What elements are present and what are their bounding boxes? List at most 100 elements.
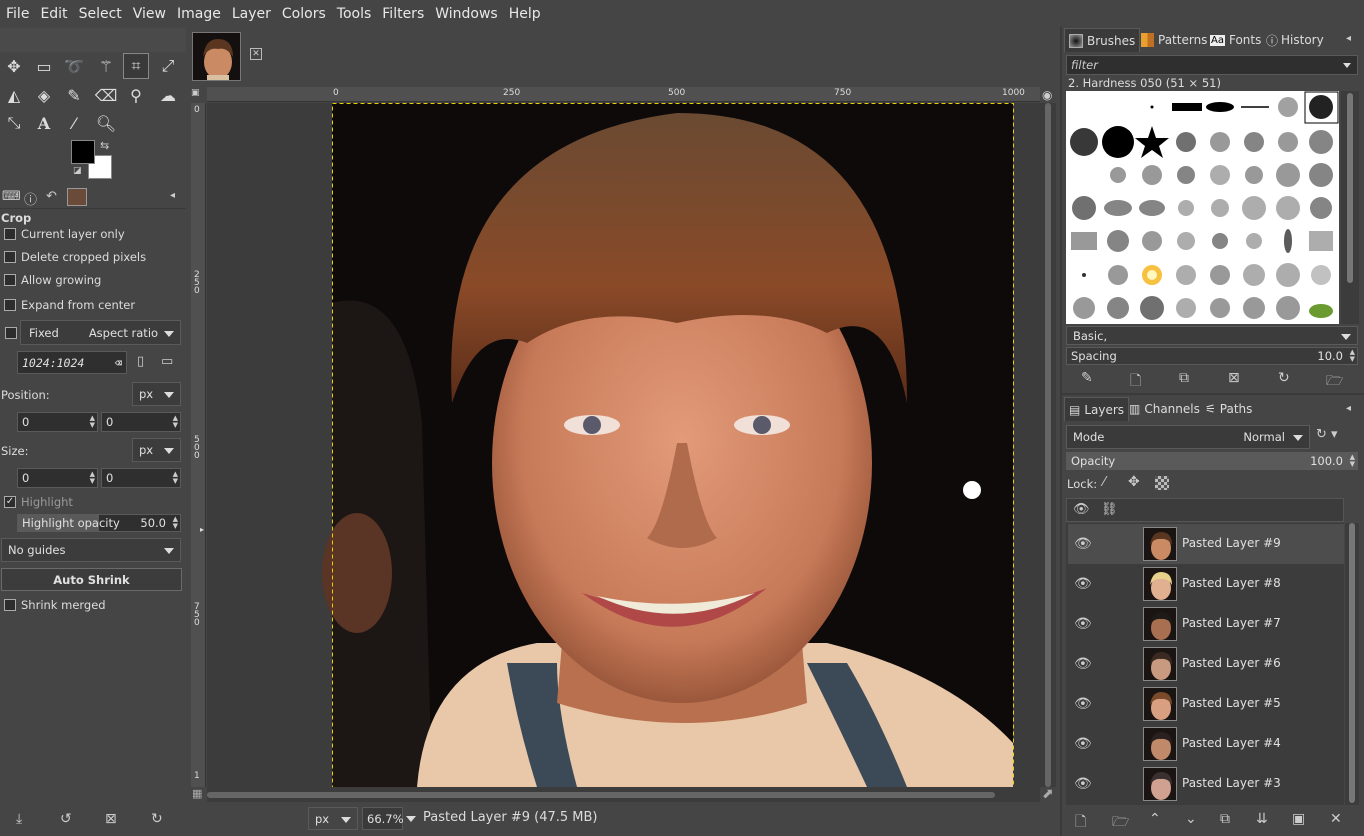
- lock-position-icon[interactable]: ✥: [1128, 474, 1140, 490]
- default-colors-icon[interactable]: ◪: [73, 166, 82, 176]
- menu-filters[interactable]: Filters: [378, 6, 428, 22]
- guides-dropdown[interactable]: No guides: [1, 538, 181, 562]
- spin-arrows-icon[interactable]: ▲ ▼: [90, 471, 95, 485]
- crop-tool-icon[interactable]: ⌗: [123, 53, 149, 79]
- paths-tool-icon[interactable]: ⤡: [1, 110, 27, 136]
- layers-scrollbar-thumb[interactable]: [1349, 523, 1355, 803]
- menu-layer[interactable]: Layer: [228, 6, 275, 22]
- warp-tool-icon[interactable]: ◭: [1, 82, 27, 108]
- clone-tool-icon[interactable]: ⚲: [123, 82, 149, 108]
- menu-windows[interactable]: Windows: [431, 6, 502, 22]
- reset-options-icon[interactable]: ↻: [151, 811, 163, 827]
- eye-icon[interactable]: 👁︎: [1074, 736, 1092, 752]
- delete-options-icon[interactable]: ⊠: [105, 811, 117, 827]
- zoom-navigator-icon[interactable]: ◉: [1042, 88, 1052, 102]
- tab-paths[interactable]: ⚟ Paths: [1201, 397, 1256, 421]
- new-layer-icon[interactable]: 🗋︎: [1075, 811, 1086, 835]
- eraser-icon[interactable]: ⌫: [93, 82, 119, 108]
- bucket-fill-icon[interactable]: ◈: [31, 82, 57, 108]
- clear-icon[interactable]: ⌫: [115, 356, 122, 370]
- current-layer-only-checkbox[interactable]: [4, 228, 16, 240]
- refresh-brushes-icon[interactable]: ↻: [1278, 370, 1290, 386]
- layer-opacity-slider[interactable]: Opacity 100.0 ▲ ▼: [1066, 452, 1358, 470]
- spin-arrows-icon[interactable]: ▲ ▼: [1350, 454, 1355, 468]
- duplicate-layer-icon[interactable]: ⧉: [1220, 811, 1230, 827]
- merge-layer-icon[interactable]: ⇊: [1256, 811, 1268, 827]
- open-brush-folder-icon[interactable]: 🗁︎: [1326, 370, 1343, 394]
- tab-layers[interactable]: ▤ Layers: [1064, 397, 1130, 421]
- spin-arrows-icon[interactable]: ▲ ▼: [1350, 349, 1355, 363]
- fuzzy-select-tool-icon[interactable]: ⚚: [93, 53, 119, 79]
- transform-tool-icon[interactable]: ⤢: [155, 53, 181, 79]
- quick-mask-icon[interactable]: ▦: [192, 787, 202, 800]
- ruler-corner-icon[interactable]: ▣: [191, 88, 205, 102]
- duplicate-brush-icon[interactable]: ⧉: [1179, 370, 1189, 386]
- menu-tools[interactable]: Tools: [333, 6, 376, 22]
- horizontal-scrollbar-thumb[interactable]: [207, 792, 995, 798]
- new-layer-group-icon[interactable]: 🗁︎: [1112, 811, 1129, 835]
- rect-select-tool-icon[interactable]: ▭: [31, 53, 57, 79]
- vertical-scrollbar-thumb[interactable]: [1045, 103, 1051, 787]
- auto-shrink-button[interactable]: Auto Shrink: [1, 568, 182, 591]
- position-x-input[interactable]: 0 ▲ ▼: [17, 412, 98, 432]
- layer-row[interactable]: 👁︎ Pasted Layer #5: [1068, 684, 1344, 724]
- text-tool-icon[interactable]: A: [31, 110, 57, 136]
- expand-from-center-checkbox[interactable]: [4, 299, 16, 311]
- size-h-input[interactable]: 0 ▲ ▼: [101, 468, 181, 488]
- spacing-slider[interactable]: Spacing 10.0 ▲ ▼: [1066, 347, 1358, 365]
- fixed-mode-dropdown[interactable]: Fixed Aspect ratio: [20, 320, 181, 345]
- close-image-icon[interactable]: ✕: [250, 48, 262, 60]
- aspect-ratio-input[interactable]: 1024:1024 ⌫: [17, 351, 127, 374]
- portrait-icon[interactable]: ▯: [137, 354, 144, 369]
- layer-mode-reset-icon[interactable]: ↻ ▾: [1316, 427, 1358, 447]
- tool-options-tab-icon[interactable]: ⌨: [2, 189, 21, 204]
- spin-arrows-icon[interactable]: ▲ ▼: [173, 415, 178, 429]
- eye-icon[interactable]: 👁︎: [1074, 536, 1092, 552]
- raise-layer-icon[interactable]: ⌃: [1149, 811, 1161, 827]
- tab-fonts[interactable]: Aa Fonts: [1206, 28, 1265, 52]
- eye-icon[interactable]: 👁︎: [1074, 776, 1092, 792]
- configure-tab-icon[interactable]: ◂: [1346, 403, 1351, 414]
- lock-alpha-icon[interactable]: [1155, 476, 1169, 490]
- spin-arrows-icon[interactable]: ▲ ▼: [173, 471, 178, 485]
- size-unit-dropdown[interactable]: px: [132, 438, 181, 462]
- brush-grid-scrollbar-thumb[interactable]: [1347, 93, 1353, 283]
- eye-icon[interactable]: 👁︎: [1074, 696, 1092, 712]
- lasso-tool-icon[interactable]: ➰: [61, 53, 87, 79]
- menu-file[interactable]: File: [2, 6, 33, 22]
- layer-row[interactable]: 👁︎ Pasted Layer #4: [1068, 724, 1344, 764]
- image-tab-thumbnail[interactable]: [192, 32, 241, 81]
- layer-mode-dropdown[interactable]: Mode Normal: [1066, 425, 1310, 449]
- save-options-icon[interactable]: ⤓: [16, 811, 22, 827]
- new-brush-icon[interactable]: 🗋︎: [1130, 370, 1141, 394]
- brush-grid-scrollbar[interactable]: [1341, 91, 1359, 324]
- layers-scrollbar[interactable]: [1345, 523, 1359, 805]
- restore-options-icon[interactable]: ↺: [60, 811, 72, 827]
- paintbrush-icon[interactable]: ✎: [61, 82, 87, 108]
- canvas-area[interactable]: [207, 103, 1040, 787]
- fixed-checkbox[interactable]: [5, 327, 17, 339]
- brush-filter-input[interactable]: filter: [1066, 55, 1358, 75]
- lower-layer-icon[interactable]: ⌄: [1185, 811, 1197, 827]
- allow-growing-checkbox[interactable]: [4, 274, 16, 286]
- brush-preset-dropdown[interactable]: Basic,: [1066, 326, 1358, 345]
- spin-arrows-icon[interactable]: ▲ ▼: [173, 516, 178, 530]
- menu-image[interactable]: Image: [173, 6, 225, 22]
- highlight-opacity-slider[interactable]: Highlight opacity 50.0 ▲ ▼: [17, 514, 181, 532]
- menu-select[interactable]: Select: [75, 6, 126, 22]
- delete-layer-icon[interactable]: ✕: [1330, 811, 1342, 827]
- smudge-tool-icon[interactable]: ☁: [155, 82, 181, 108]
- layer-mask-icon[interactable]: ▣: [1292, 811, 1305, 827]
- menu-help[interactable]: Help: [505, 6, 545, 22]
- edit-brush-icon[interactable]: ✎: [1081, 370, 1093, 386]
- eye-icon[interactable]: 👁︎: [1074, 656, 1092, 672]
- spin-arrows-icon[interactable]: ▲ ▼: [90, 415, 95, 429]
- highlight-checkbox[interactable]: ✓: [4, 496, 16, 508]
- position-unit-dropdown[interactable]: px: [132, 382, 181, 406]
- move-tool-icon[interactable]: ✥: [1, 53, 27, 79]
- undo-history-tab-icon[interactable]: ↶: [46, 189, 57, 204]
- shrink-merged-checkbox[interactable]: [4, 599, 16, 611]
- foreground-color-swatch[interactable]: [71, 140, 95, 164]
- eye-icon[interactable]: 👁︎: [1074, 616, 1092, 632]
- vertical-scrollbar[interactable]: [1040, 103, 1056, 787]
